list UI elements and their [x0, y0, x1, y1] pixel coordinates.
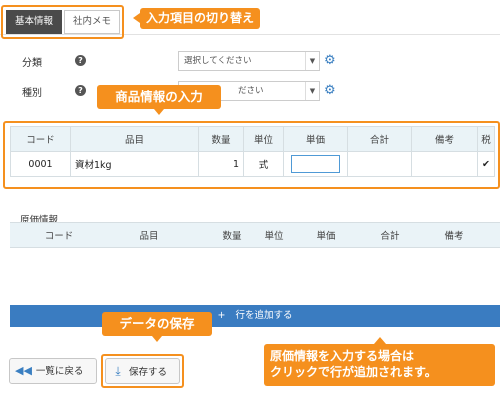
plus-icon: +	[217, 310, 226, 321]
col-header-item: 品目	[70, 126, 199, 152]
cell-code[interactable]: 0001	[10, 151, 71, 177]
col-header-unit-price: 単価	[294, 222, 358, 248]
cell-item[interactable]: 資材1kg	[70, 151, 199, 177]
col-header-unit: 単位	[243, 126, 284, 152]
save-button[interactable]: ⤓ 保存する	[105, 358, 180, 384]
cost-table: コード 品目 数量 単位 単価 合計 備考	[10, 222, 500, 248]
category-select[interactable]: 選択してください ▼	[178, 51, 320, 71]
callout-add-row-hint: 原価情報を入力する場合は クリックで行が追加されます。	[264, 337, 495, 386]
back-label: 一覧に戻る	[35, 366, 84, 377]
product-table: コード 品目 数量 単位 単価 合計 備考 税 0001 資材1kg 1 式 ✔	[10, 126, 495, 177]
cell-note[interactable]	[411, 151, 478, 177]
col-header-unit-price: 単価	[283, 126, 348, 152]
add-row-button[interactable]: + 行を追加する	[10, 305, 500, 327]
question-circle-icon[interactable]: ?	[75, 55, 86, 66]
col-header-qty: 数量	[210, 222, 254, 248]
callout-product-info: 商品情報の入力	[97, 85, 221, 115]
col-header-qty: 数量	[198, 126, 244, 152]
callout-add-row-hint-line1: 原価情報を入力する場合は	[270, 349, 415, 363]
product-table-header: コード 品目 数量 単位 単価 合計 備考 税	[10, 126, 495, 152]
add-row-label: 行を追加する	[235, 310, 293, 321]
category-select-value: 選択してください	[184, 56, 252, 66]
check-icon[interactable]: ✔	[477, 151, 495, 177]
table-row: 0001 資材1kg 1 式 ✔	[10, 151, 495, 177]
col-header-note: 備考	[411, 126, 478, 152]
unit-price-input[interactable]	[291, 155, 340, 173]
cell-qty[interactable]: 1	[198, 151, 244, 177]
chevron-down-icon: ▼	[305, 52, 319, 70]
callout-add-row-hint-line2: クリックで行が追加されます。	[270, 365, 437, 379]
col-header-tax: 税	[477, 126, 495, 152]
cell-total[interactable]	[347, 151, 412, 177]
download-icon: ⤓	[115, 364, 121, 378]
cell-unit[interactable]: 式	[243, 151, 284, 177]
callout-save-data: データの保存	[102, 312, 212, 342]
type-label: 種別	[22, 88, 42, 99]
double-chevron-left-icon: ◀◀	[15, 364, 32, 377]
cell-unit-price	[283, 151, 348, 177]
gear-icon[interactable]: ⚙	[324, 54, 336, 67]
category-label: 分類	[22, 58, 42, 69]
col-header-unit: 単位	[254, 222, 294, 248]
col-header-blank	[10, 222, 30, 248]
col-header-code: コード	[10, 126, 71, 152]
back-to-list-button[interactable]: ◀◀ 一覧に戻る	[9, 358, 97, 384]
chevron-down-icon: ▼	[305, 82, 319, 100]
col-header-total: 合計	[358, 222, 422, 248]
gear-icon[interactable]: ⚙	[324, 84, 336, 97]
col-header-total: 合計	[347, 126, 412, 152]
question-circle-icon[interactable]: ?	[75, 85, 86, 96]
tab-highlight-frame	[1, 5, 124, 39]
cost-table-header: コード 品目 数量 単位 単価 合計 備考	[10, 222, 500, 248]
col-header-code: コード	[30, 222, 88, 248]
col-header-tail	[486, 222, 500, 248]
save-label: 保存する	[129, 367, 168, 378]
callout-tab-switch: 入力項目の切り替え	[132, 8, 261, 29]
col-header-note: 備考	[422, 222, 486, 248]
col-header-item: 品目	[88, 222, 210, 248]
